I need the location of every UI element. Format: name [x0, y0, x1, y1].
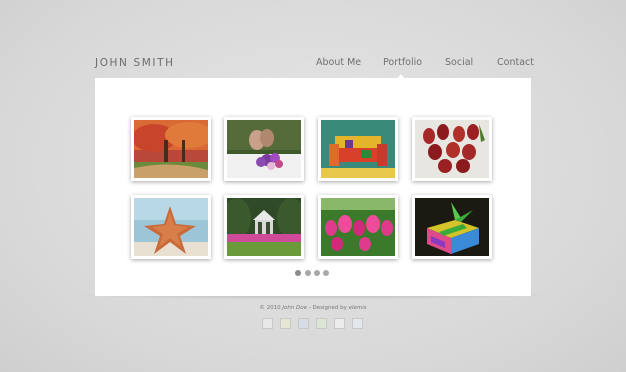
starfish-image — [134, 198, 208, 256]
footer-year: © 2010 — [259, 305, 281, 311]
swatch-6[interactable] — [352, 318, 363, 329]
footer-separator: - Designed by — [307, 305, 349, 311]
thumbnail-starfish[interactable] — [131, 195, 211, 259]
nav-contact[interactable]: Contact — [497, 57, 534, 68]
footer-designer-link[interactable]: elemis — [349, 305, 367, 311]
theme-swatches — [0, 318, 626, 330]
thumbnail-wedding-bouquet[interactable] — [224, 117, 304, 181]
nav-about-me[interactable]: About Me — [316, 57, 361, 68]
wedding-bouquet-image — [227, 120, 301, 178]
footer-name: John Doe — [282, 305, 308, 311]
gallery-pagination — [0, 270, 626, 278]
thumbnail-colorful-armchair[interactable] — [318, 117, 398, 181]
swatch-3[interactable] — [298, 318, 309, 329]
thumbnail-red-tulips-bunch[interactable] — [412, 117, 492, 181]
pink-tulip-field-image — [321, 198, 395, 256]
pagination-dot-4[interactable] — [323, 270, 329, 276]
autumn-trees-image — [134, 120, 208, 178]
main-nav: About Me Portfolio Social Contact — [0, 57, 626, 80]
red-tulips-bunch-image — [415, 120, 489, 178]
garden-gazebo-image — [227, 198, 301, 256]
swatch-5[interactable] — [334, 318, 345, 329]
swatch-2[interactable] — [280, 318, 291, 329]
pagination-dot-2[interactable] — [305, 270, 311, 276]
swatch-1[interactable] — [262, 318, 273, 329]
gift-box-image — [415, 198, 489, 256]
colorful-armchair-image — [321, 120, 395, 178]
thumbnail-autumn-trees[interactable] — [131, 117, 211, 181]
portfolio-panel — [95, 78, 531, 296]
thumbnail-gift-box[interactable] — [412, 195, 492, 259]
thumbnail-garden-gazebo[interactable] — [224, 195, 304, 259]
swatch-4[interactable] — [316, 318, 327, 329]
footer-credits: © 2010 John Doe - Designed by elemis — [0, 305, 626, 311]
nav-portfolio[interactable]: Portfolio — [383, 57, 422, 68]
pagination-dot-1[interactable] — [295, 270, 301, 276]
thumbnail-pink-tulip-field[interactable] — [318, 195, 398, 259]
pagination-dot-3[interactable] — [314, 270, 320, 276]
nav-social[interactable]: Social — [445, 57, 473, 68]
